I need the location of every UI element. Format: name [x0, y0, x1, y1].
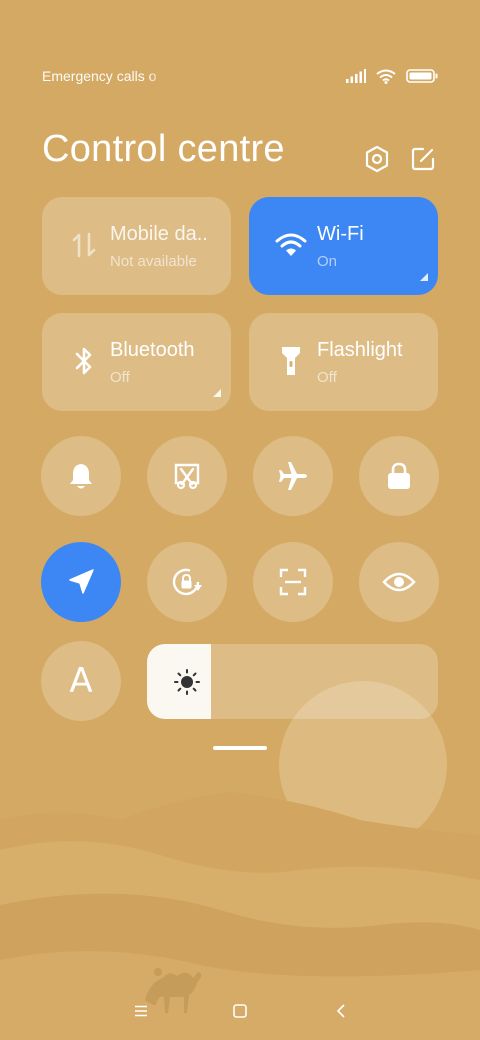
auto-brightness-letter: A	[69, 661, 93, 701]
toggle-airplane[interactable]	[253, 436, 333, 516]
home-icon	[233, 1004, 247, 1018]
bell-icon	[70, 464, 92, 489]
toggle-screenshot[interactable]	[147, 436, 227, 516]
status-bar: Emergency calls o	[42, 66, 438, 88]
expand-corner-icon[interactable]	[213, 389, 221, 397]
carrier-text: Emergency calls o	[42, 68, 157, 84]
settings-icon	[365, 145, 389, 173]
tile-wifi[interactable]: Wi-Fi On	[249, 197, 438, 295]
tile-status: On	[317, 253, 338, 270]
tile-status: Not available	[110, 253, 197, 270]
tile-mobile-data[interactable]: Mobile da.. Not available	[42, 197, 231, 295]
toggle-scanner[interactable]	[253, 542, 333, 622]
flashlight-icon	[275, 345, 307, 377]
toggle-rotation-lock[interactable]	[147, 542, 227, 622]
toggle-reading-mode[interactable]	[359, 542, 439, 622]
toggle-sound[interactable]	[41, 436, 121, 516]
tile-status: Off	[317, 369, 337, 386]
panel-drag-handle[interactable]	[213, 746, 267, 750]
screenshot-icon	[174, 463, 200, 490]
location-icon	[69, 569, 94, 594]
back-icon	[336, 1004, 345, 1018]
expand-corner-icon[interactable]	[420, 273, 428, 281]
toggle-auto-brightness[interactable]: A	[41, 641, 121, 721]
battery-icon	[406, 69, 438, 83]
page-title: Control centre	[42, 128, 285, 170]
tile-flashlight[interactable]: Flashlight Off	[249, 313, 438, 411]
brightness-sun-icon	[174, 669, 200, 695]
bluetooth-icon	[68, 345, 100, 377]
eye-icon	[382, 572, 416, 592]
nav-back-button[interactable]	[329, 1000, 353, 1022]
menu-icon	[135, 1005, 147, 1017]
status-icons	[346, 66, 438, 86]
wifi-status-icon	[376, 69, 396, 84]
edit-icon	[411, 147, 435, 171]
tile-bluetooth[interactable]: Bluetooth Off	[42, 313, 231, 411]
tile-label: Wi-Fi	[317, 223, 364, 245]
rotation-lock-icon	[172, 568, 202, 596]
settings-button[interactable]	[362, 144, 392, 174]
signal-icon	[346, 69, 366, 83]
toggle-location[interactable]	[41, 542, 121, 622]
edit-button[interactable]	[408, 144, 438, 174]
nav-menu-button[interactable]	[129, 1000, 153, 1022]
brightness-slider[interactable]	[147, 644, 438, 719]
mobile-data-icon	[68, 229, 100, 261]
toggle-lock-screen[interactable]	[359, 436, 439, 516]
tile-label: Mobile da..	[110, 223, 208, 245]
airplane-icon	[279, 462, 307, 490]
scanner-icon	[279, 568, 307, 596]
wifi-icon	[275, 229, 307, 261]
tile-status: Off	[110, 369, 130, 386]
tile-label: Bluetooth	[110, 339, 195, 361]
nav-home-button[interactable]	[228, 1000, 252, 1022]
tile-label: Flashlight	[317, 339, 403, 361]
lock-icon	[388, 462, 410, 489]
